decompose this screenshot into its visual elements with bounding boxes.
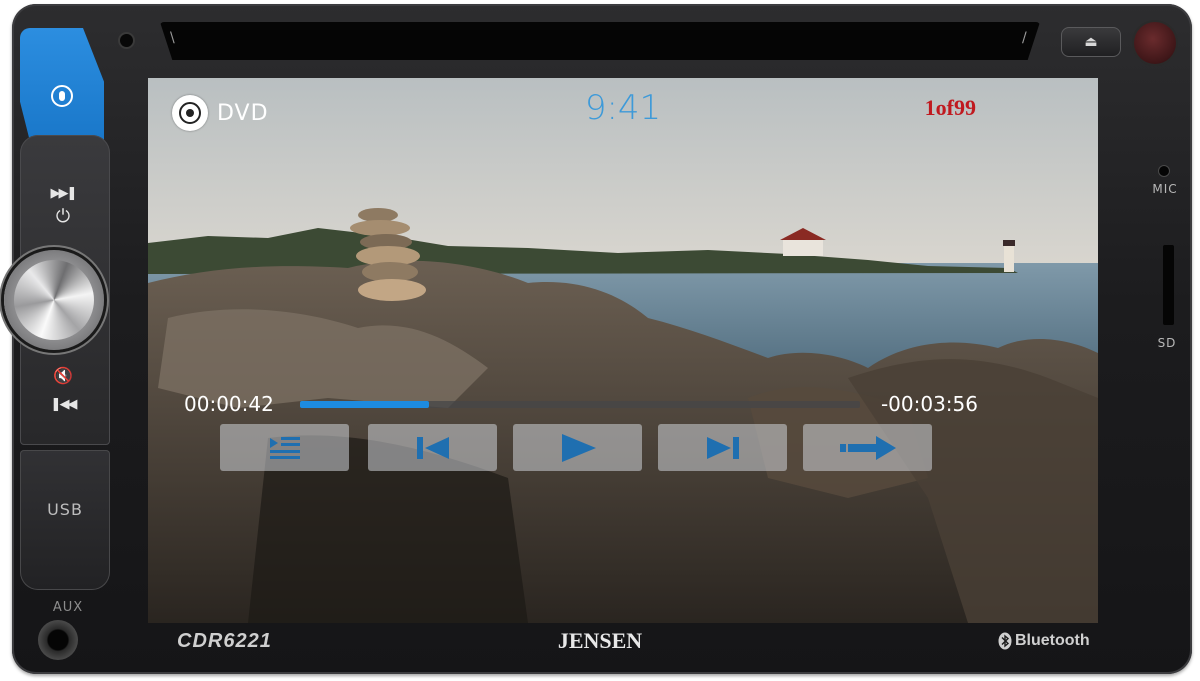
reset-hole[interactable] (120, 34, 133, 47)
next-button[interactable] (658, 424, 787, 471)
aux-label: AUX (52, 600, 84, 615)
eject-icon: ⏏ (1084, 34, 1098, 50)
progress-fill (300, 401, 429, 408)
sd-card-slot[interactable] (1163, 245, 1174, 325)
video-screen[interactable]: DVD 9:41 1of99 00:00:42 -00:03:56 (148, 78, 1098, 623)
play-button[interactable] (513, 424, 642, 471)
remaining-time: -00:03:56 (880, 392, 978, 416)
forward-button[interactable] (803, 424, 932, 471)
elapsed-time: 00:00:42 (184, 392, 274, 416)
microphone-icon (51, 85, 73, 107)
menu-list-icon (269, 436, 300, 459)
progress-bar[interactable] (300, 401, 860, 408)
sd-label: SD (1157, 336, 1177, 350)
volume-knob[interactable] (14, 260, 94, 340)
arrow-right-icon (839, 435, 896, 460)
mic-hole (1159, 166, 1169, 176)
bluetooth-label: Bluetooth (1015, 632, 1090, 649)
video-frame-image (148, 78, 1098, 623)
previous-track-icon[interactable]: ❚◀◀ (18, 397, 108, 412)
bluetooth-icon (998, 632, 1012, 650)
slot-marker-left: \ (170, 30, 175, 46)
slot-marker-right: / (1022, 30, 1027, 46)
previous-button[interactable] (368, 424, 497, 471)
usb-port-cover[interactable] (20, 450, 110, 590)
usb-label: USB (47, 500, 83, 519)
skip-previous-icon (416, 436, 449, 459)
play-icon (561, 433, 596, 462)
menu-button[interactable] (220, 424, 349, 471)
car-stereo-unit: \ / ⏏ ▶▶❚ ⏻ 🔇 ❚◀◀ USB AUX MIC SD DVD 9:4… (0, 0, 1200, 681)
eject-button[interactable]: ⏏ (1061, 27, 1121, 57)
power-icon[interactable]: ⏻ (18, 206, 108, 227)
track-counter: 1of99 (924, 95, 976, 120)
mic-label: MIC (1152, 182, 1178, 196)
skip-next-icon (706, 436, 739, 459)
ir-sensor (1134, 22, 1176, 64)
bluetooth-logo: Bluetooth (998, 632, 1090, 650)
disc-slot (160, 22, 1040, 60)
mute-icon[interactable]: 🔇 (18, 366, 108, 385)
next-track-icon[interactable]: ▶▶❚ (18, 186, 108, 201)
